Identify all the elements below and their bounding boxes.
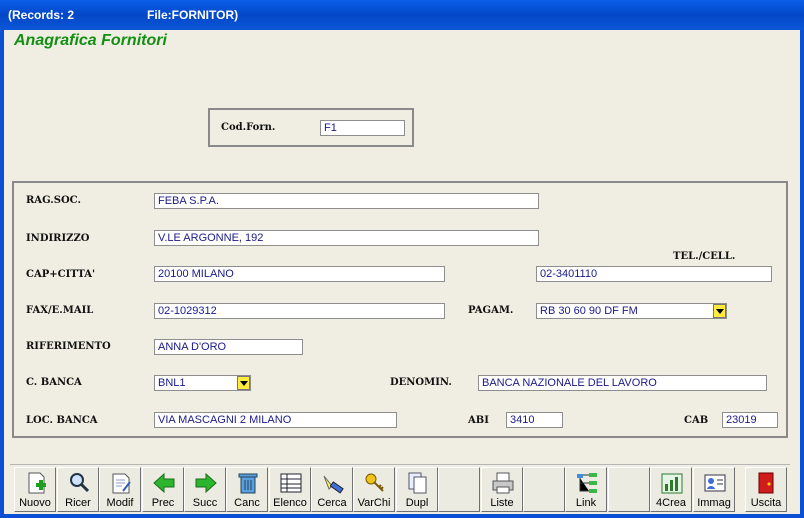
tel-field[interactable]: 02-3401110 <box>536 266 772 282</box>
blank-button-1[interactable] <box>438 467 480 512</box>
elenco-button[interactable]: Elenco <box>269 467 311 512</box>
liste-button[interactable]: Liste <box>481 467 523 512</box>
link-button[interactable]: Link <box>565 467 607 512</box>
immag-button[interactable]: Immag <box>693 467 735 512</box>
banca-dropdown-arrow[interactable] <box>237 376 250 390</box>
printer-icon <box>492 472 514 494</box>
arrow-left-icon <box>153 472 175 494</box>
key-icon <box>365 473 384 492</box>
riferimento-label: RIFERIMENTO <box>26 341 111 352</box>
succ-button[interactable]: Succ <box>184 467 226 512</box>
code-label: Cod.Forn. <box>221 122 276 133</box>
code-field[interactable]: F1 <box>320 120 405 136</box>
abi-field[interactable]: 3410 <box>506 412 563 428</box>
pagam-label: PAGAM. <box>468 305 514 316</box>
fax-field[interactable]: 02-1029312 <box>154 303 445 319</box>
crea4-button[interactable]: 4Crea <box>650 467 692 512</box>
arrow-right-icon <box>195 472 217 494</box>
dupl-button[interactable]: Dupl <box>396 467 438 512</box>
denomin-field[interactable]: BANCA NAZIONALE DEL LAVORO <box>478 375 767 391</box>
ricer-button[interactable]: Ricer <box>57 467 99 512</box>
pagam-select[interactable]: RB 30 60 90 DF FM <box>536 303 727 319</box>
loc-banca-label: LOC. BANCA <box>26 415 98 426</box>
riferimento-field[interactable]: ANNA D'ORO <box>154 339 303 355</box>
app-window: (Records: 2 File:FORNITOR) Anagrafica Fo… <box>0 0 804 518</box>
tel-label: TEL./CELL. <box>673 251 736 262</box>
exit-door-icon <box>758 472 774 494</box>
id-card-icon <box>704 474 726 492</box>
fax-label: FAX/E.MAIL <box>26 305 94 316</box>
loc-banca-field[interactable]: VIA MASCAGNI 2 MILANO <box>154 412 397 428</box>
title-bar[interactable]: (Records: 2 File:FORNITOR) <box>0 0 804 30</box>
tree-link-icon <box>577 473 597 493</box>
window-border-bottom <box>0 514 804 518</box>
banca-label: C. BANCA <box>26 377 82 388</box>
nuovo-button[interactable]: Nuovo <box>14 467 56 512</box>
denomin-label: DENOMIN. <box>390 377 452 388</box>
chart-create-icon <box>661 473 683 494</box>
duplicate-document-icon <box>408 472 427 494</box>
records-count: (Records: 2 <box>8 8 75 22</box>
cab-label: CAB <box>684 415 709 426</box>
blank-button-2[interactable] <box>523 467 565 512</box>
uscita-button[interactable]: Uscita <box>745 467 787 512</box>
pagam-dropdown-arrow[interactable] <box>713 304 726 318</box>
cap-citta-field[interactable]: 20100 MILANO <box>154 266 445 282</box>
magnifier-icon <box>70 473 90 493</box>
prec-button[interactable]: Prec <box>142 467 184 512</box>
rag-soc-label: RAG.SOC. <box>26 195 81 206</box>
page-title: Anagrafica Fornitori <box>14 32 167 49</box>
rag-soc-field[interactable]: FEBA S.P.A. <box>154 193 539 209</box>
torch-search-icon <box>323 475 344 494</box>
trash-icon <box>238 473 258 494</box>
window-border-left <box>0 30 4 518</box>
edit-document-icon <box>112 473 131 494</box>
canc-button[interactable]: Canc <box>226 467 268 512</box>
indirizzo-label: INDIRIZZO <box>26 233 90 244</box>
varchi-button[interactable]: VarChi <box>353 467 395 512</box>
window-border-right <box>800 30 804 518</box>
indirizzo-field[interactable]: V.LE ARGONNE, 192 <box>154 230 539 246</box>
modif-button[interactable]: Modif <box>99 467 141 512</box>
cab-field[interactable]: 23019 <box>722 412 778 428</box>
toolbar: Nuovo Ricer Modif Prec Succ Canc Elenco <box>10 464 790 513</box>
cap-citta-label: CAP+CITTA' <box>26 269 96 280</box>
file-name: File:FORNITOR) <box>147 8 239 22</box>
grid-list-icon <box>280 473 302 493</box>
abi-label: ABI <box>468 415 489 426</box>
new-document-icon <box>28 472 46 494</box>
cerca-button[interactable]: Cerca <box>311 467 353 512</box>
blank-button-3[interactable] <box>608 467 650 512</box>
